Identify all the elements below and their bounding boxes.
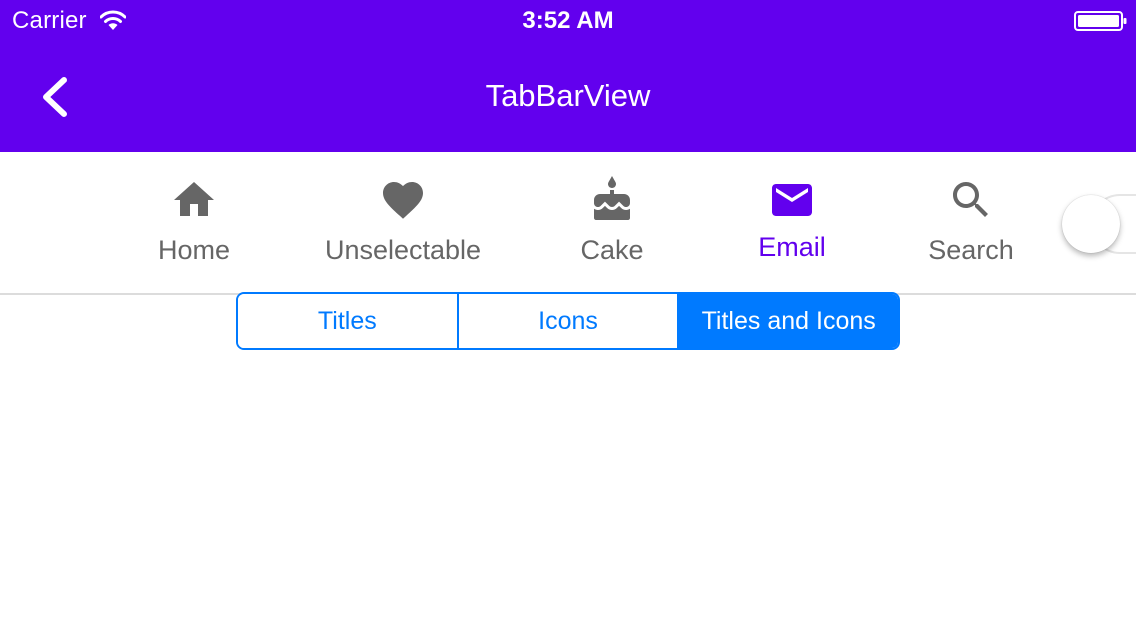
status-time: 3:52 AM <box>522 7 614 34</box>
tab-label: Home <box>157 235 231 265</box>
segment-icons[interactable]: Icons <box>456 294 678 348</box>
page-title: TabBarView <box>485 78 651 113</box>
segment-titles-and-icons[interactable]: Titles and Icons <box>677 294 898 348</box>
tab-label: Cake <box>580 235 644 265</box>
search-icon <box>953 182 988 217</box>
home-icon <box>174 182 214 216</box>
segment-titles[interactable]: Titles <box>238 294 457 348</box>
screen: Carrier 3:52 AM TabBarView Home Unselect… <box>0 0 1136 640</box>
tab-bar: Home Unselectable Cake Email Search <box>0 152 1136 295</box>
cake-icon <box>594 176 630 220</box>
tab-home[interactable]: Home <box>134 176 254 276</box>
heart-icon <box>383 182 423 219</box>
tab-email[interactable]: Email <box>742 176 842 276</box>
toggle-knob[interactable] <box>1062 195 1120 253</box>
tab-label: Unselectable <box>324 235 482 265</box>
tab-unselectable[interactable]: Unselectable <box>300 176 506 276</box>
email-icon <box>772 184 812 216</box>
app-bar: Carrier 3:52 AM TabBarView <box>0 0 1136 152</box>
tab-cake[interactable]: Cake <box>562 176 662 276</box>
segmented-control: Titles Icons Titles and Icons <box>236 292 900 350</box>
tab-label: Email <box>758 232 826 262</box>
battery-icon <box>1074 11 1127 31</box>
tab-label: Search <box>928 235 1014 265</box>
tab-search[interactable]: Search <box>916 176 1026 276</box>
